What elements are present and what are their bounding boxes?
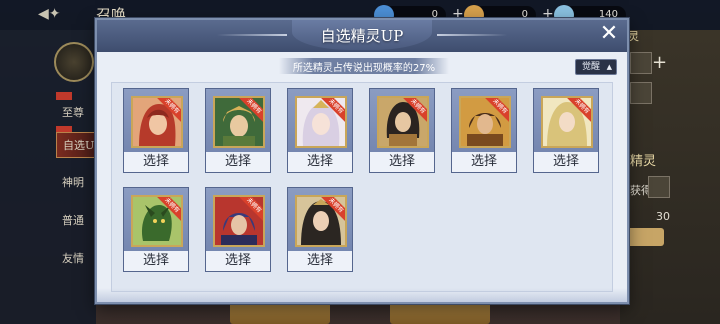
not-owned-ribbon: 未拥有 [402, 98, 427, 123]
spirit-card[interactable]: 未拥有 选择 [123, 187, 189, 272]
slot[interactable] [630, 52, 652, 74]
not-owned-ribbon: 未拥有 [156, 197, 181, 222]
spirit-card[interactable]: 未拥有 选择 [205, 187, 271, 272]
portrait-frame: 未拥有 [459, 96, 511, 148]
right-panel-label: 灵 [628, 30, 639, 43]
item-slot [648, 176, 670, 198]
portrait-frame: 未拥有 [213, 195, 265, 247]
portrait-frame: 未拥有 [541, 96, 593, 148]
dialog-footer-ornament [97, 288, 627, 302]
select-button[interactable]: 选择 [534, 152, 598, 172]
dialog-title: 自选精灵UP [320, 27, 404, 45]
select-button[interactable]: 选择 [206, 251, 270, 271]
not-owned-ribbon: 未拥有 [156, 98, 181, 123]
new-badge [56, 92, 72, 100]
tab-normal[interactable]: 普通 [56, 208, 96, 234]
select-button[interactable]: 选择 [288, 152, 352, 172]
select-button[interactable]: 选择 [124, 251, 188, 271]
tab-friend[interactable]: 友情 [56, 246, 96, 272]
not-owned-ribbon: 未拥有 [566, 98, 591, 123]
title-ornament [217, 34, 287, 36]
portrait-frame: 未拥有 [295, 96, 347, 148]
add-slot-button[interactable]: + [652, 52, 667, 73]
filter-dropdown[interactable]: 觉醒 ▲ ▼ [575, 59, 617, 85]
not-owned-ribbon: 未拥有 [238, 98, 263, 123]
select-button[interactable]: 选择 [206, 152, 270, 172]
title-ornament [437, 34, 507, 36]
spirit-card[interactable]: 未拥有 选择 [533, 88, 599, 173]
back-icon[interactable]: ◀✦ [38, 6, 68, 24]
portrait-frame: 未拥有 [295, 195, 347, 247]
custom-up-dialog: 自选精灵UP ✕ 所选精灵占传说出现概率的27% 觉醒 ▲ ▼ 未拥有 选择 未… [95, 18, 629, 304]
spirit-card[interactable]: 未拥有 选择 [369, 88, 435, 173]
portrait-frame: 未拥有 [131, 195, 183, 247]
slot[interactable] [630, 82, 652, 104]
right-panel-heading: 精灵 [630, 154, 657, 169]
select-button[interactable]: 选择 [370, 152, 434, 172]
spirit-card[interactable]: 未拥有 选择 [123, 88, 189, 173]
filter-label: 觉醒 [582, 62, 601, 72]
spirit-card[interactable]: 未拥有 选择 [287, 187, 353, 272]
not-owned-ribbon: 未拥有 [238, 197, 263, 222]
right-panel-button[interactable] [624, 228, 664, 246]
tab-supreme[interactable]: 至尊 [56, 100, 96, 126]
tab-god[interactable]: 神明 [56, 170, 96, 196]
spirit-card[interactable]: 未拥有 选择 [287, 88, 353, 173]
select-button[interactable]: 选择 [288, 251, 352, 271]
emblem-icon [54, 42, 94, 82]
portrait-frame: 未拥有 [213, 96, 265, 148]
portrait-frame: 未拥有 [131, 96, 183, 148]
rate-subtitle: 所选精灵占传说出现概率的27% [292, 63, 436, 74]
right-panel [620, 30, 720, 324]
select-button[interactable]: 选择 [452, 152, 516, 172]
spirit-card[interactable]: 未拥有 选择 [451, 88, 517, 173]
right-panel-count: 30 [656, 210, 670, 223]
summon-once-button[interactable] [230, 302, 330, 324]
close-icon[interactable]: ✕ [597, 22, 621, 46]
not-owned-ribbon: 未拥有 [484, 98, 509, 123]
select-button[interactable]: 选择 [124, 152, 188, 172]
portrait-frame: 未拥有 [377, 96, 429, 148]
summon-ten-button[interactable] [390, 302, 490, 324]
not-owned-ribbon: 未拥有 [320, 197, 345, 222]
not-owned-ribbon: 未拥有 [320, 98, 345, 123]
tab-custom-up[interactable]: 自选U [56, 132, 96, 158]
spirit-card[interactable]: 未拥有 选择 [205, 88, 271, 173]
